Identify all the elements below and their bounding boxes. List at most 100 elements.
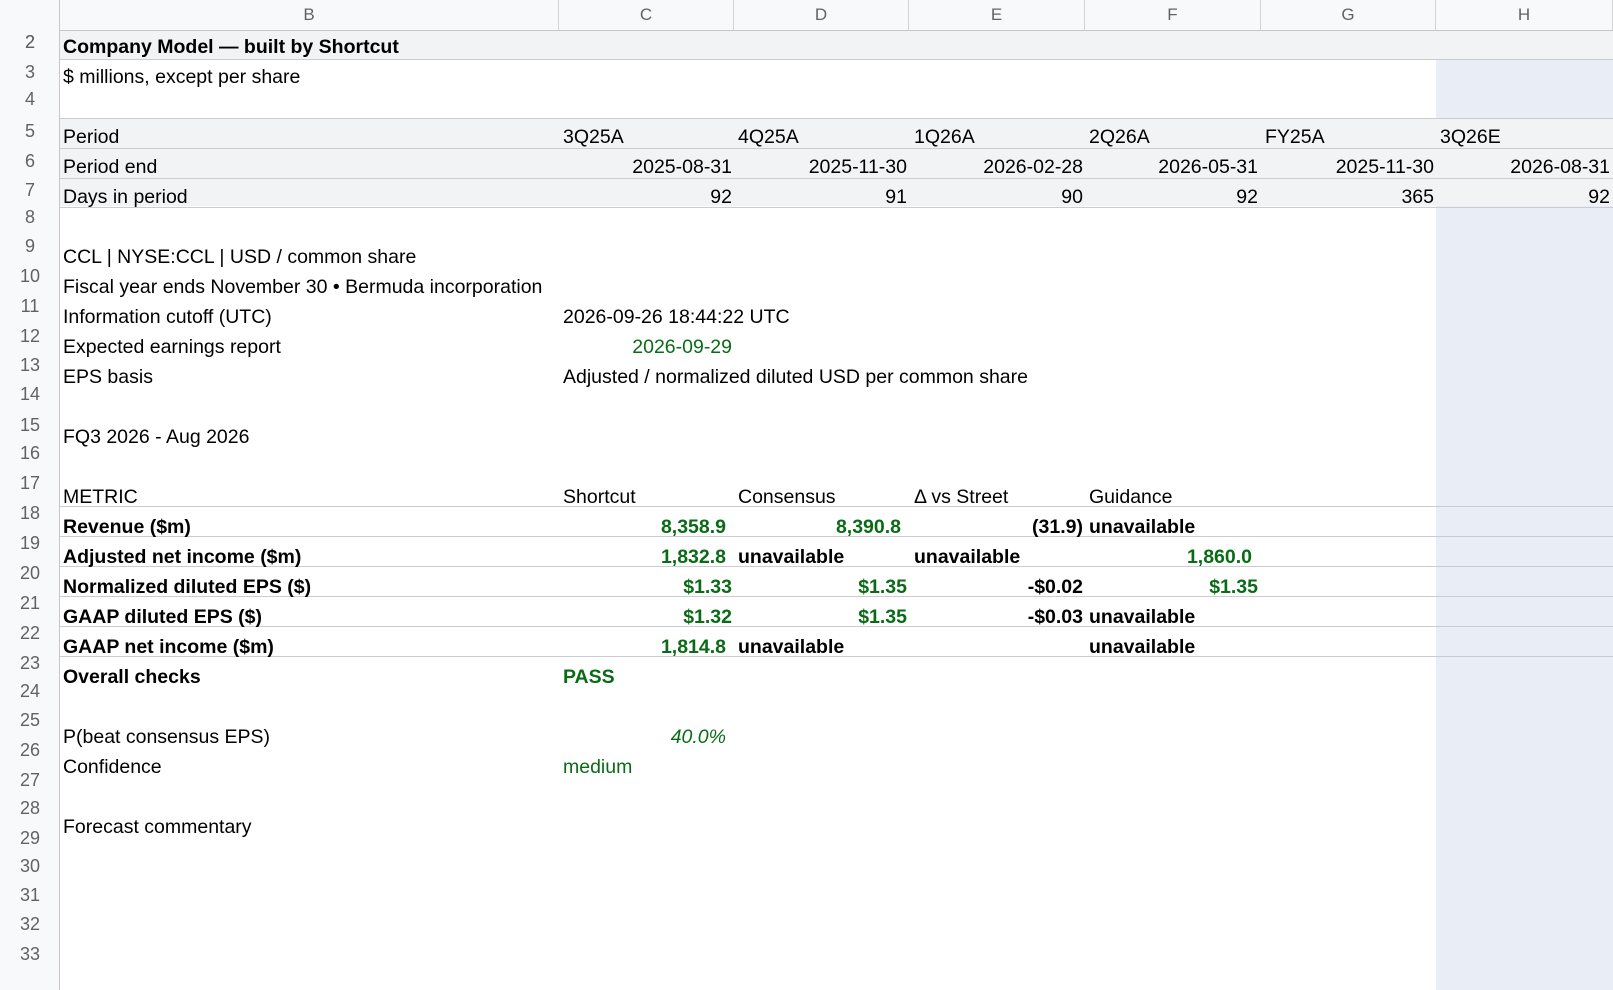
probability-label[interactable]: P(beat consensus EPS) <box>63 722 270 752</box>
shortcut-value[interactable]: 1,832.8 <box>661 542 726 572</box>
cutoff-value[interactable]: 2026-09-26 18:44:22 UTC <box>563 302 790 332</box>
delta-value[interactable]: unavailable <box>914 542 1020 572</box>
guidance-value[interactable]: unavailable <box>1089 632 1195 662</box>
select-all-corner[interactable] <box>0 0 60 30</box>
delta-value[interactable]: (31.9) <box>1032 512 1083 542</box>
fiscal-line[interactable]: Fiscal year ends November 30 • Bermuda i… <box>63 272 542 302</box>
guidance-value[interactable]: 1,860.0 <box>1187 542 1252 572</box>
days-cell[interactable]: 92 <box>1588 182 1610 212</box>
row-header[interactable]: 23 <box>0 653 60 674</box>
days-label[interactable]: Days in period <box>63 182 188 212</box>
row-header[interactable]: 7 <box>0 180 60 201</box>
guidance-header[interactable]: Guidance <box>1089 482 1172 512</box>
period-end-cell[interactable]: 2026-05-31 <box>1158 152 1258 182</box>
row-header[interactable]: 33 <box>0 944 60 965</box>
shortcut-value[interactable]: $1.32 <box>683 602 732 632</box>
earnings-date[interactable]: 2026-09-29 <box>632 332 732 362</box>
eps-basis-label[interactable]: EPS basis <box>63 362 153 392</box>
row-header[interactable]: 9 <box>0 236 60 257</box>
row-header[interactable]: 30 <box>0 856 60 877</box>
guidance-value[interactable]: unavailable <box>1089 602 1195 632</box>
shortcut-header[interactable]: Shortcut <box>563 482 636 512</box>
period-end-cell[interactable]: 2025-11-30 <box>809 152 907 182</box>
row-header[interactable]: 3 <box>0 62 60 83</box>
overall-checks-label[interactable]: Overall checks <box>63 662 201 692</box>
metric-name[interactable]: Revenue ($m) <box>63 512 191 542</box>
row-header[interactable]: 28 <box>0 798 60 819</box>
row-header[interactable]: 31 <box>0 885 60 906</box>
period-end-cell[interactable]: 2026-02-28 <box>983 152 1083 182</box>
consensus-value[interactable]: 8,390.8 <box>836 512 901 542</box>
days-cell[interactable]: 92 <box>1236 182 1258 212</box>
column-header-f[interactable]: F <box>1085 0 1261 30</box>
period-end-cell[interactable]: 2026-08-31 <box>1510 152 1610 182</box>
row-header[interactable]: 29 <box>0 828 60 849</box>
row-header[interactable]: 22 <box>0 623 60 644</box>
column-header-h[interactable]: H <box>1436 0 1613 30</box>
period-end-cell[interactable]: 2025-11-30 <box>1336 152 1434 182</box>
row-header[interactable]: 16 <box>0 443 60 464</box>
row-header[interactable]: 25 <box>0 710 60 731</box>
row-header[interactable]: 4 <box>0 89 60 110</box>
row-header[interactable]: 18 <box>0 503 60 524</box>
units-subtitle[interactable]: $ millions, except per share <box>63 62 300 92</box>
shortcut-value[interactable]: 8,358.9 <box>661 512 726 542</box>
row-header[interactable]: 15 <box>0 415 60 436</box>
period-end-cell[interactable]: 2025-08-31 <box>632 152 732 182</box>
row-header[interactable]: 13 <box>0 355 60 376</box>
row-header[interactable]: 26 <box>0 740 60 761</box>
column-header-b[interactable]: B <box>60 0 559 30</box>
overall-checks-status[interactable]: PASS <box>563 662 615 692</box>
consensus-value[interactable]: unavailable <box>738 632 844 662</box>
delta-header[interactable]: Δ vs Street <box>914 482 1008 512</box>
row-header[interactable]: 14 <box>0 384 60 405</box>
delta-value[interactable]: -$0.03 <box>1028 602 1083 632</box>
row-header[interactable]: 17 <box>0 473 60 494</box>
shortcut-value[interactable]: 1,814.8 <box>661 632 726 662</box>
row-header[interactable]: 19 <box>0 533 60 554</box>
metric-name[interactable]: Adjusted net income ($m) <box>63 542 301 572</box>
row-header[interactable]: 20 <box>0 563 60 584</box>
metric-header[interactable]: METRIC <box>63 482 138 512</box>
row-header[interactable]: 21 <box>0 593 60 614</box>
period-cell[interactable]: 1Q26A <box>914 122 975 152</box>
column-header-d[interactable]: D <box>734 0 909 30</box>
period-cell[interactable]: 3Q25A <box>563 122 624 152</box>
row-header[interactable]: 5 <box>0 121 60 142</box>
metric-name[interactable]: Normalized diluted EPS ($) <box>63 572 311 602</box>
column-header-g[interactable]: G <box>1261 0 1436 30</box>
row-header[interactable]: 8 <box>0 207 60 228</box>
eps-basis-value[interactable]: Adjusted / normalized diluted USD per co… <box>563 362 1028 392</box>
shortcut-value[interactable]: $1.33 <box>683 572 732 602</box>
period-label[interactable]: Period <box>63 122 119 152</box>
consensus-value[interactable]: $1.35 <box>858 572 907 602</box>
row-header[interactable]: 2 <box>0 32 60 53</box>
days-cell[interactable]: 91 <box>885 182 907 212</box>
row-header[interactable]: 24 <box>0 681 60 702</box>
consensus-value[interactable]: $1.35 <box>858 602 907 632</box>
days-cell[interactable]: 92 <box>710 182 732 212</box>
row-header[interactable]: 32 <box>0 914 60 935</box>
confidence-value[interactable]: medium <box>563 752 632 782</box>
column-header-c[interactable]: C <box>559 0 734 30</box>
days-cell[interactable]: 90 <box>1061 182 1083 212</box>
row-header[interactable]: 10 <box>0 266 60 287</box>
period-cell[interactable]: 2Q26A <box>1089 122 1150 152</box>
consensus-value[interactable]: unavailable <box>738 542 844 572</box>
metric-name[interactable]: GAAP net income ($m) <box>63 632 274 662</box>
column-header-e[interactable]: E <box>909 0 1085 30</box>
guidance-value[interactable]: $1.35 <box>1209 572 1258 602</box>
row-header[interactable]: 11 <box>0 296 60 317</box>
earnings-label[interactable]: Expected earnings report <box>63 332 281 362</box>
spreadsheet[interactable]: B C D E F G H 2 3 4 5 6 7 8 9 10 11 12 1… <box>0 0 1613 990</box>
row-header[interactable]: 27 <box>0 770 60 791</box>
period-cell[interactable]: 3Q26E <box>1440 122 1501 152</box>
period-cell[interactable]: FY25A <box>1265 122 1325 152</box>
days-cell[interactable]: 365 <box>1401 182 1434 212</box>
commentary-label[interactable]: Forecast commentary <box>63 812 252 842</box>
quarter-label[interactable]: FQ3 2026 - Aug 2026 <box>63 422 249 452</box>
probability-value[interactable]: 40.0% <box>671 722 726 752</box>
model-title[interactable]: Company Model — built by Shortcut <box>63 32 399 62</box>
period-end-label[interactable]: Period end <box>63 152 157 182</box>
row-header[interactable]: 6 <box>0 151 60 172</box>
